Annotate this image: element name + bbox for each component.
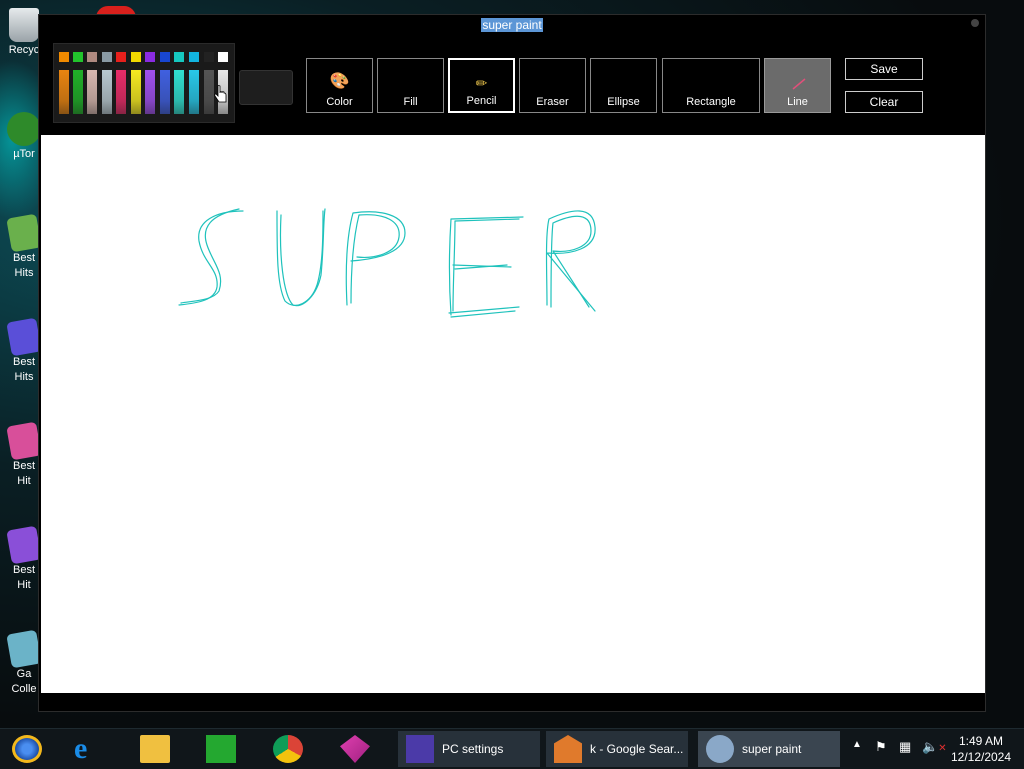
color-swatch-blue[interactable] xyxy=(160,52,170,62)
taskbar-task-google-search[interactable]: k - Google Sear... xyxy=(546,731,688,767)
color-shade-bar-orange[interactable] xyxy=(59,70,69,114)
freehand-drawing xyxy=(178,208,596,318)
tray-overflow-icon[interactable]: ▲ xyxy=(852,739,862,750)
color-shade-bar-cyan[interactable] xyxy=(189,70,199,114)
color-shade-bar-blue[interactable] xyxy=(160,70,170,114)
tool-line-button[interactable]: Line xyxy=(764,58,831,113)
color-shade-bar-teal[interactable] xyxy=(174,70,184,114)
drawn-stroke-u xyxy=(276,210,324,306)
folder-icon xyxy=(140,735,170,763)
save-button[interactable]: Save xyxy=(845,58,923,80)
paint-icon xyxy=(706,735,734,763)
color-swatch-cyan[interactable] xyxy=(189,52,199,62)
task-label: PC settings xyxy=(442,742,504,756)
taskbar-pin-chrome[interactable] xyxy=(263,733,313,765)
dice-icon xyxy=(6,317,42,357)
taskbar-pin-file-explorer[interactable] xyxy=(130,733,180,765)
dice-icon xyxy=(6,629,42,669)
drawn-stroke-s xyxy=(180,208,240,304)
super-paint-window: super paint 🎨 Color Fill ✏ Pencil Eraser… xyxy=(38,14,986,712)
color-shade-bar-tan[interactable] xyxy=(87,70,97,114)
taskbar-task-super-paint[interactable]: super paint xyxy=(698,731,840,767)
drawn-stroke-r xyxy=(545,210,596,312)
internet-explorer-icon: e xyxy=(74,732,88,765)
tool-label: Fill xyxy=(403,96,418,108)
color-shade-bar-gray[interactable] xyxy=(102,70,112,114)
taskbar-pin-app[interactable] xyxy=(330,733,380,765)
chrome-icon xyxy=(273,735,303,763)
palette-icon: 🎨 xyxy=(329,73,350,90)
color-shade-bar-black[interactable] xyxy=(204,70,214,114)
color-shade-bar-purple[interactable] xyxy=(145,70,155,114)
recycle-bin-icon xyxy=(9,8,39,42)
drawn-stroke-r xyxy=(550,215,592,308)
color-swatch-tan[interactable] xyxy=(87,52,97,62)
tool-label: Eraser xyxy=(536,96,569,108)
clock-date: 12/12/2024 xyxy=(950,750,1012,764)
gear-icon xyxy=(406,735,434,763)
store-icon xyxy=(206,735,236,763)
color-swatch-red[interactable] xyxy=(116,52,126,62)
color-shade-bar-yellow[interactable] xyxy=(131,70,141,114)
tool-label: Pencil xyxy=(466,95,497,107)
window-control-icon[interactable] xyxy=(971,19,979,27)
color-swatch-teal[interactable] xyxy=(174,52,184,62)
window-titlebar[interactable]: super paint xyxy=(39,15,985,36)
drawing-canvas[interactable] xyxy=(41,135,985,693)
tool-rectangle-button[interactable]: Rectangle xyxy=(662,58,760,113)
color-swatch-yellow[interactable] xyxy=(131,52,141,62)
current-color-preview xyxy=(239,70,293,105)
color-swatch-gray[interactable] xyxy=(102,52,112,62)
dice-icon xyxy=(6,525,42,565)
taskbar-pin-store[interactable] xyxy=(196,733,246,765)
color-palette xyxy=(53,43,235,123)
taskbar-task-pc-settings[interactable]: PC settings xyxy=(398,731,540,767)
color-shade-bar-green[interactable] xyxy=(73,70,83,114)
taskbar-clock[interactable]: 1:49 AM 12/12/2024 xyxy=(948,733,1014,765)
action-center-flag-icon[interactable]: ⚑ xyxy=(875,739,887,755)
drawn-stroke-p xyxy=(350,214,400,304)
app-icon xyxy=(340,735,370,763)
tool-eraser-button[interactable]: Eraser xyxy=(519,58,586,113)
line-icon xyxy=(792,78,806,90)
color-swatch-purple[interactable] xyxy=(145,52,155,62)
browser-icon xyxy=(554,735,582,763)
tool-label: Ellipse xyxy=(607,96,640,108)
task-label: k - Google Sear... xyxy=(590,742,684,756)
drawn-stroke-u xyxy=(279,208,326,307)
color-swatch-white[interactable] xyxy=(218,52,228,62)
dice-icon xyxy=(6,213,42,253)
tool-ellipse-button[interactable]: Ellipse xyxy=(590,58,657,113)
tool-color-button[interactable]: 🎨 Color xyxy=(306,58,373,113)
task-label: super paint xyxy=(742,742,802,756)
color-swatch-green[interactable] xyxy=(73,52,83,62)
network-icon[interactable]: ▦ xyxy=(899,739,911,755)
color-swatch-orange[interactable] xyxy=(59,52,69,62)
color-swatch-black[interactable] xyxy=(204,52,214,62)
tool-label: Rectangle xyxy=(686,96,736,108)
volume-muted-icon[interactable]: 🔈✕ xyxy=(922,739,947,755)
utorrent-icon xyxy=(7,112,41,146)
window-title: super paint xyxy=(481,18,543,32)
taskbar: e PC settings k - Google Sear... super p… xyxy=(0,728,1024,769)
clock-time: 1:49 AM xyxy=(958,734,1004,748)
taskbar-pin-internet-explorer[interactable]: e xyxy=(64,733,114,765)
color-shade-bar-red[interactable] xyxy=(116,70,126,114)
start-button[interactable] xyxy=(2,733,52,765)
dice-icon xyxy=(6,421,42,461)
start-icon xyxy=(12,735,42,763)
pencil-icon: ✏ xyxy=(475,75,488,91)
tool-label: Line xyxy=(787,96,808,108)
drawn-stroke-s xyxy=(178,210,244,306)
clear-button[interactable]: Clear xyxy=(845,91,923,113)
tool-label: Color xyxy=(326,96,353,108)
hand-cursor-icon xyxy=(214,85,227,103)
tool-pencil-button[interactable]: ✏ Pencil xyxy=(448,58,515,113)
tool-fill-button[interactable]: Fill xyxy=(377,58,444,113)
